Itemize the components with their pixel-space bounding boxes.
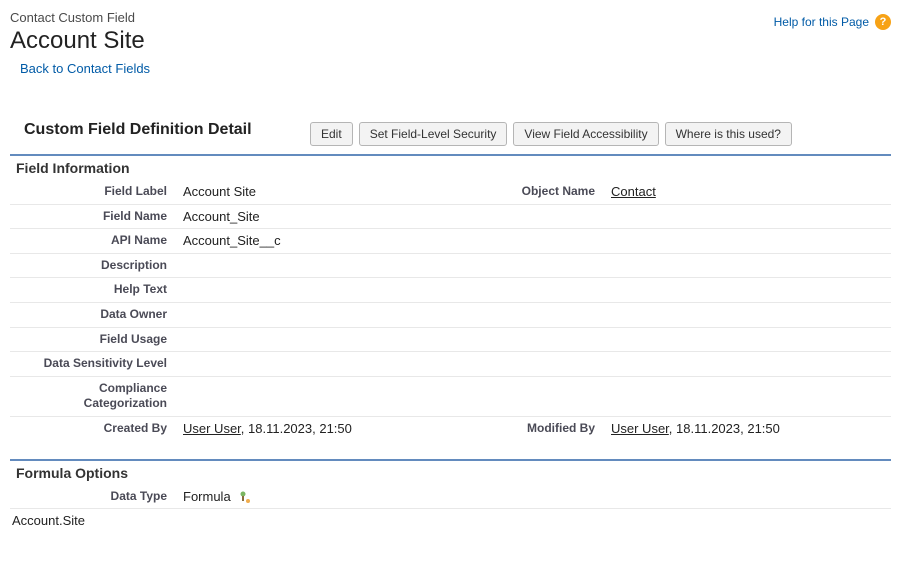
label-created-by: Created By <box>10 416 175 440</box>
value-data-owner <box>175 302 463 327</box>
formula-options-table: Data Type Formula <box>10 485 891 509</box>
label-description: Description <box>10 253 175 278</box>
value-data-type: Formula <box>183 489 231 504</box>
value-field-usage <box>175 327 463 352</box>
section-formula-options: Formula Options <box>10 459 891 485</box>
object-name-link[interactable]: Contact <box>611 184 656 199</box>
label-object-name: Object Name <box>463 180 603 204</box>
where-is-this-used-button[interactable]: Where is this used? <box>665 122 792 146</box>
created-by-date: , 18.11.2023, 21:50 <box>241 421 352 436</box>
page-pretitle: Contact Custom Field <box>10 10 150 25</box>
formula-body: Account.Site <box>10 508 891 532</box>
help-link-text: Help for this Page <box>774 15 869 29</box>
label-data-owner: Data Owner <box>10 302 175 327</box>
label-compliance: Compliance Categorization <box>10 376 175 416</box>
field-info-table: Field Label Account Site Object Name Con… <box>10 180 891 441</box>
section-field-information: Field Information <box>10 154 891 180</box>
label-data-sensitivity: Data Sensitivity Level <box>10 352 175 377</box>
value-data-sensitivity <box>175 352 463 377</box>
view-field-accessibility-button[interactable]: View Field Accessibility <box>513 122 658 146</box>
formula-icon <box>238 490 252 504</box>
value-help-text <box>175 278 463 303</box>
label-data-type: Data Type <box>10 485 175 509</box>
label-api-name: API Name <box>10 229 175 254</box>
value-field-name: Account_Site <box>175 204 463 229</box>
label-modified-by: Modified By <box>463 416 603 440</box>
help-icon: ? <box>875 14 891 30</box>
label-field-name: Field Name <box>10 204 175 229</box>
label-field-usage: Field Usage <box>10 327 175 352</box>
page-title: Account Site <box>10 27 150 55</box>
label-field-label: Field Label <box>10 180 175 204</box>
modified-by-user-link[interactable]: User User <box>611 421 669 436</box>
value-api-name: Account_Site__c <box>175 229 463 254</box>
label-help-text: Help Text <box>10 278 175 303</box>
value-compliance <box>175 376 463 416</box>
back-link[interactable]: Back to Contact Fields <box>20 61 150 76</box>
set-field-level-security-button[interactable]: Set Field-Level Security <box>359 122 508 146</box>
detail-section-title: Custom Field Definition Detail <box>10 120 290 140</box>
action-button-row: Edit Set Field-Level Security View Field… <box>310 122 792 146</box>
value-description <box>175 253 463 278</box>
edit-button[interactable]: Edit <box>310 122 353 146</box>
help-link[interactable]: Help for this Page ? <box>774 14 891 30</box>
modified-by-date: , 18.11.2023, 21:50 <box>669 421 780 436</box>
created-by-user-link[interactable]: User User <box>183 421 241 436</box>
value-field-label: Account Site <box>175 180 463 204</box>
